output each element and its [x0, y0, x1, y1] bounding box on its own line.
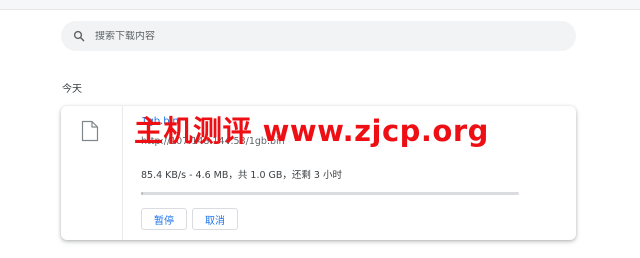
downloads-page: 今天 1gb.bin http://107.148.144.53/1gb.bin…	[0, 0, 640, 258]
download-source-url[interactable]: http://107.148.144.53/1gb.bin	[141, 136, 285, 147]
search-input[interactable]	[95, 30, 535, 42]
date-group-label: 今天	[62, 84, 82, 95]
download-item-card: 1gb.bin http://107.148.144.53/1gb.bin 85…	[61, 106, 576, 240]
top-toolbar-strip	[0, 0, 640, 10]
download-file-name-link[interactable]: 1gb.bin	[141, 116, 179, 127]
download-progress-bar	[141, 192, 519, 195]
download-progress-fill	[141, 192, 143, 195]
search-icon[interactable]	[73, 30, 85, 42]
document-icon	[81, 120, 99, 142]
cancel-button[interactable]: 取消	[192, 208, 238, 230]
pause-button[interactable]: 暂停	[141, 208, 187, 230]
download-status-text: 85.4 KB/s - 4.6 MB，共 1.0 GB，还剩 3 小时	[141, 170, 342, 181]
file-icon-pane	[61, 106, 123, 240]
search-bar[interactable]	[61, 21, 576, 51]
